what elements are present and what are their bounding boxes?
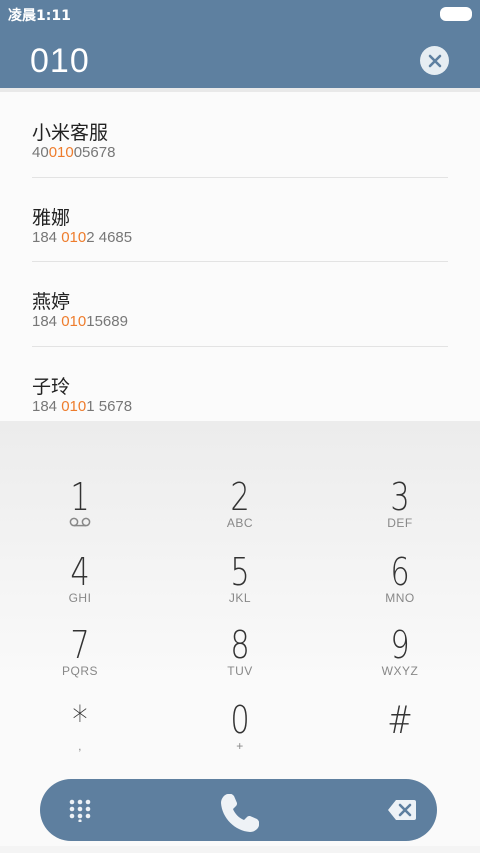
match-highlight: 010 — [61, 313, 87, 330]
dialed-number: 010 — [30, 42, 90, 80]
dialer-header: 凌晨1:11 010 — [0, 0, 480, 88]
key-7[interactable]: 7 PQRS — [20, 625, 140, 693]
contact-name: 子玲 — [32, 376, 71, 398]
status-time: 凌晨1:11 — [8, 8, 71, 24]
search-results-list: 小米客服 4001005678 雅娜 184 0102 4685 燕婷 184 … — [0, 88, 480, 421]
match-highlight: 010 — [48, 144, 74, 161]
match-highlight: 010 — [61, 229, 87, 246]
key-9[interactable]: 9 WXYZ — [340, 625, 460, 693]
key-hash[interactable]: # — [340, 700, 460, 768]
key-1[interactable]: 1 — [20, 477, 140, 545]
call-action-bar — [40, 779, 437, 841]
contact-row[interactable]: 小米客服 4001005678 — [32, 92, 448, 176]
key-4[interactable]: 4 GHI — [20, 552, 140, 620]
key-6[interactable]: 6 MNO — [340, 552, 460, 620]
close-icon — [428, 54, 441, 67]
contact-name: 雅娜 — [32, 207, 71, 229]
battery-icon — [440, 7, 472, 21]
contact-row[interactable]: 子玲 184 0101 5678 — [32, 346, 448, 430]
key-5[interactable]: 5 JKL — [180, 552, 300, 620]
key-3[interactable]: 3 DEF — [340, 477, 460, 545]
phone-icon[interactable] — [215, 788, 265, 838]
key-8[interactable]: 8 TUV — [180, 625, 300, 693]
contact-number: 184 01015689 — [32, 313, 128, 330]
contact-row[interactable]: 燕婷 184 01015689 — [32, 261, 448, 345]
clear-button[interactable] — [420, 46, 449, 75]
key-0[interactable]: 0 + — [180, 700, 300, 768]
contact-row[interactable]: 雅娜 184 0102 4685 — [32, 177, 448, 261]
nav-strip — [0, 846, 480, 853]
contact-number: 184 0102 4685 — [32, 229, 133, 246]
backspace-icon[interactable] — [387, 799, 417, 821]
match-highlight: 010 — [61, 398, 87, 415]
keypad-icon[interactable] — [68, 798, 92, 822]
contact-number: 184 0101 5678 — [32, 398, 133, 415]
key-2[interactable]: 2 ABC — [180, 477, 300, 545]
contact-name: 小米客服 — [32, 122, 109, 144]
key-star[interactable]: * , — [20, 700, 140, 768]
contact-number: 4001005678 — [32, 144, 116, 161]
contact-name: 燕婷 — [32, 291, 71, 313]
